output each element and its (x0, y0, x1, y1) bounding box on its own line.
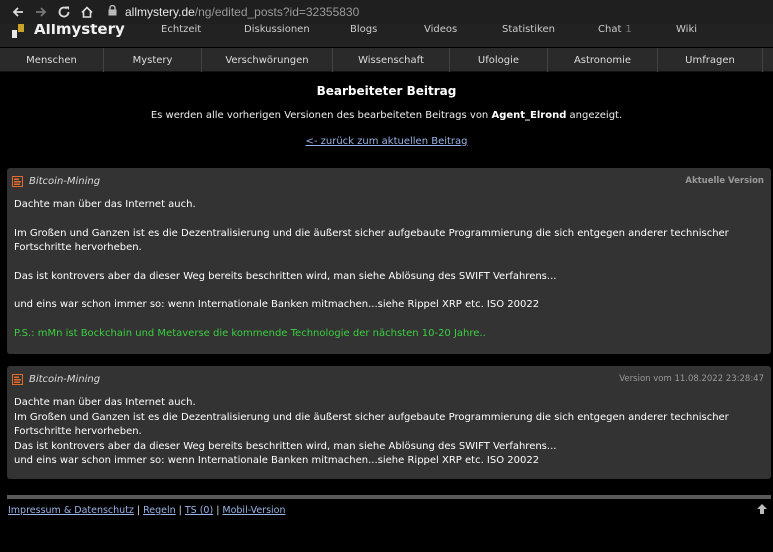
post-line: Dachte man über das Internet auch. (14, 397, 196, 408)
top-nav-chat[interactable]: Chat 1 (598, 24, 632, 35)
back-link-container: <- zurück zum aktuellen Beitrag (0, 136, 773, 147)
post-line: Das ist kontrovers aber da dieser Weg be… (14, 270, 557, 282)
logo-mark-icon (12, 24, 25, 38)
top-nav-diskussionen[interactable]: Diskussionen (244, 24, 310, 35)
lock-icon (108, 4, 117, 19)
post-current-version: Bitcoin-Mining Aktuelle Version Dachte m… (7, 168, 771, 354)
post-thread-title[interactable]: Bitcoin-Mining (29, 176, 100, 187)
footer-link-impressum[interactable]: Impressum & Datenschutz (8, 505, 134, 516)
category-menschen[interactable]: Menschen (0, 48, 104, 72)
site-logo[interactable]: Allmystery (12, 24, 125, 38)
scroll-up-icon[interactable] (755, 502, 769, 516)
category-umfragen[interactable]: Umfragen (658, 48, 763, 72)
category-astronomie[interactable]: Astronomie (548, 48, 658, 72)
post-line: Dachte man über das Internet auch. (14, 199, 196, 210)
post-header: Bitcoin-Mining Aktuelle Version (7, 168, 771, 194)
top-nav-videos[interactable]: Videos (424, 24, 457, 35)
desc-after: angezeigt. (566, 110, 623, 121)
footer-divider (7, 495, 771, 499)
category-wissenschaft[interactable]: Wissenschaft (333, 48, 450, 72)
home-icon[interactable] (77, 3, 96, 22)
browser-toolbar: allmystery.de/ng/edited_posts?id=3235583… (0, 0, 773, 24)
post-line: Das ist kontrovers aber da dieser Weg be… (14, 440, 557, 452)
post-version-label: Version vom 11.08.2022 23:28:47 (619, 374, 764, 384)
chat-count-badge: 1 (625, 24, 632, 35)
url-host: allmystery.de (125, 5, 195, 19)
post-body: Dachte man über das Internet auch. Im Gr… (7, 396, 771, 477)
post-thread-title[interactable]: Bitcoin-Mining (29, 374, 100, 385)
footer-link-mobil[interactable]: Mobil-Version (222, 505, 285, 516)
post-icon (12, 175, 23, 187)
desc-before: Es werden alle vorherigen Versionen des … (150, 110, 492, 121)
back-to-current-post-link[interactable]: <- zurück zum aktuellen Beitrag (305, 136, 467, 147)
category-mystery[interactable]: Mystery (104, 48, 202, 72)
top-nav-chat-label: Chat (598, 24, 622, 35)
forward-arrow-icon[interactable] (31, 3, 50, 22)
top-nav-blogs[interactable]: Blogs (350, 24, 377, 35)
category-nav: Menschen Mystery Verschwörungen Wissensc… (0, 48, 773, 72)
category-ufologie[interactable]: Ufologie (450, 48, 548, 72)
url-path: /ng/edited_posts?id=32355830 (194, 5, 360, 19)
post-version-label: Aktuelle Version (685, 176, 764, 186)
back-arrow-icon[interactable] (8, 3, 27, 22)
post-body: Dachte man über das Internet auch. Im Gr… (7, 198, 771, 349)
top-nav-wiki[interactable]: Wiki (676, 24, 697, 35)
page-description: Es werden alle vorherigen Versionen des … (0, 110, 773, 121)
address-bar[interactable]: allmystery.de/ng/edited_posts?id=3235583… (108, 4, 360, 19)
post-line: und eins war schon immer so: wenn Intern… (14, 299, 540, 310)
top-nav-statistiken[interactable]: Statistiken (502, 24, 555, 35)
top-nav-echtzeit[interactable]: Echtzeit (161, 24, 201, 35)
post-header: Bitcoin-Mining Version vom 11.08.2022 23… (7, 366, 771, 392)
post-line: Im Großen und Ganzen ist es die Dezentra… (14, 411, 729, 438)
footer-links: Impressum & Datenschutz | Regeln | TS (0) | Mo… (8, 505, 286, 516)
category-verschwoerungen[interactable]: Verschwörungen (202, 48, 333, 72)
post-line: Im Großen und Ganzen ist es die Dezentra… (14, 227, 729, 254)
post-line-ps: P.S.: mMn ist Bockchain und Metaverse di… (14, 327, 486, 339)
post-icon (12, 373, 23, 385)
logo-text: Allmystery (34, 24, 125, 38)
desc-username[interactable]: Agent_Elrond (491, 110, 566, 121)
reload-icon[interactable] (54, 3, 73, 22)
post-previous-version: Bitcoin-Mining Version vom 11.08.2022 23… (7, 366, 771, 479)
footer-separator: | (136, 505, 141, 516)
post-line: und eins war schon immer so: wenn Intern… (14, 455, 540, 466)
footer-separator: | (178, 505, 182, 516)
site-header: Allmystery Echtzeit Diskussionen Blogs V… (0, 24, 773, 48)
footer-link-regeln[interactable]: Regeln (143, 505, 176, 516)
footer-link-ts[interactable]: TS (0) (185, 505, 213, 516)
footer-separator: | (216, 505, 220, 516)
page-title: Bearbeiteter Beitrag (316, 84, 457, 98)
